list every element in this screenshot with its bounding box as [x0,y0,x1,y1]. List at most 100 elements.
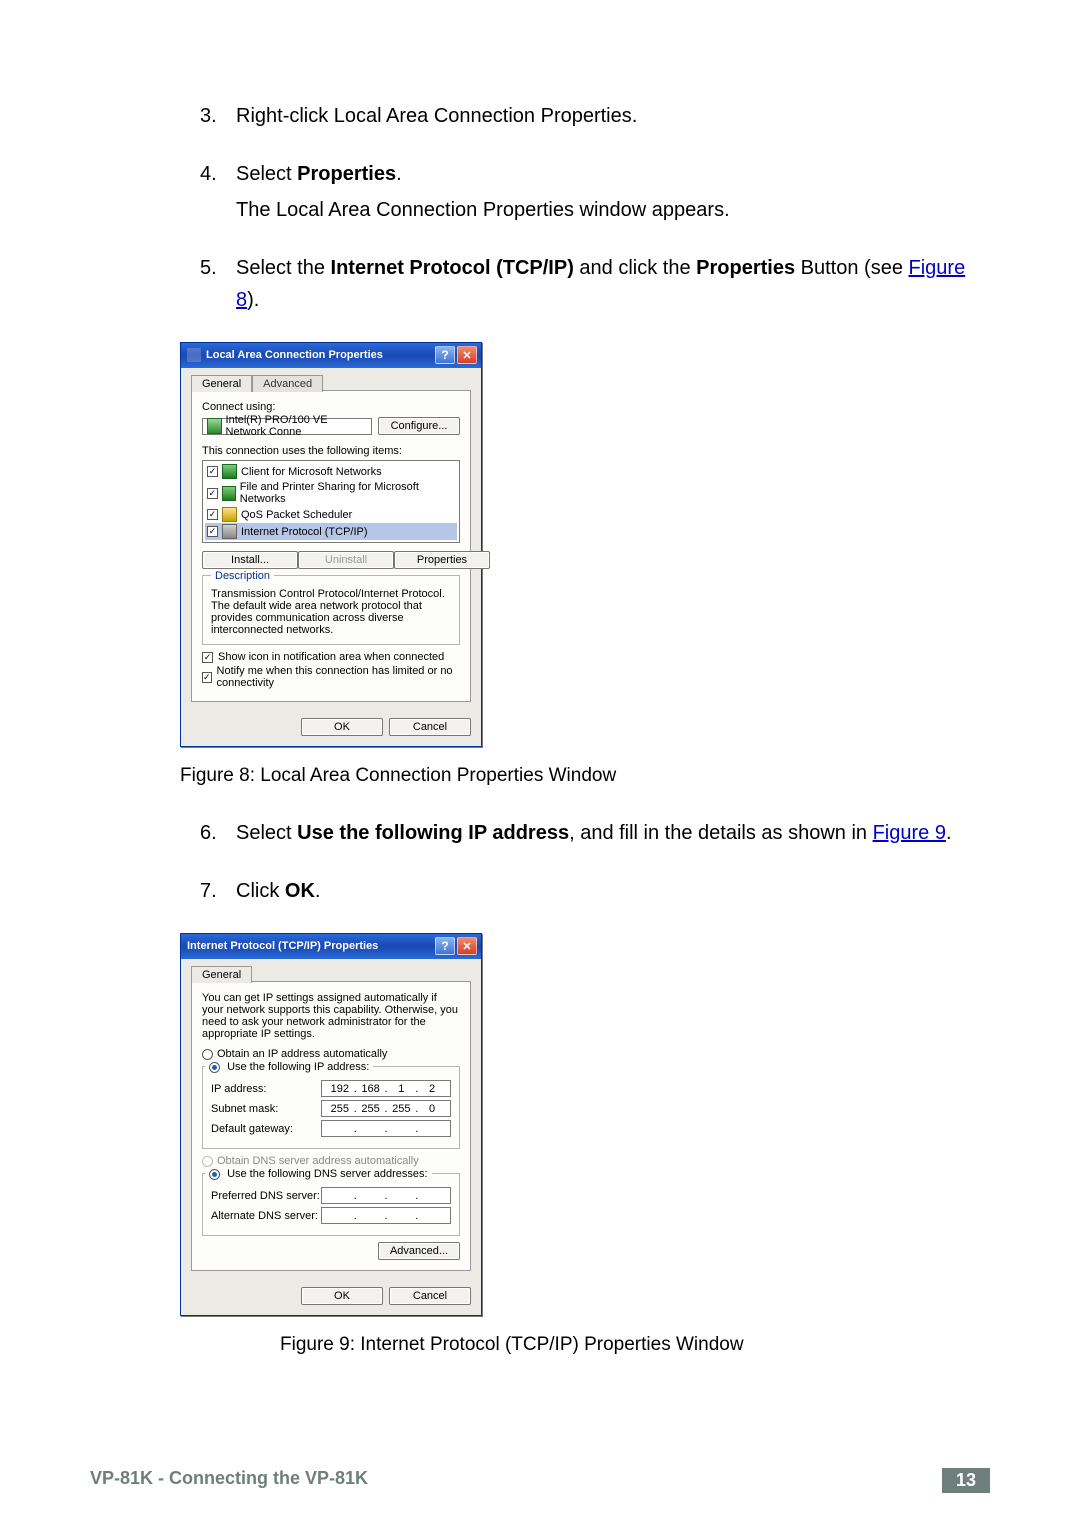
tcpip-icon [222,524,237,539]
tab-row: General Advanced [191,374,471,391]
titlebar[interactable]: Internet Protocol (TCP/IP) Properties ? … [181,934,481,959]
alternate-dns-label: Alternate DNS server: [211,1210,321,1222]
tab-pane: You can get IP settings assigned automat… [191,981,471,1271]
dialog-body: General Advanced Connect using: Intel(R)… [181,368,481,710]
radio-label[interactable]: Use the following IP address: [227,1061,369,1073]
properties-button[interactable]: Properties [394,551,490,569]
checkbox-icon[interactable]: ✓ [207,509,218,520]
window-title: Local Area Connection Properties [206,349,435,361]
step-7: 7. Click OK. [200,875,990,907]
ok-button[interactable]: OK [301,1287,383,1305]
static-ip-group: Use the following IP address: IP address… [202,1066,460,1149]
show-icon-label: Show icon in notification area when conn… [218,651,444,663]
subnet-mask-field[interactable]: 255. 255. 255. 0 [321,1100,451,1117]
nic-icon [207,418,222,434]
intro-text: You can get IP settings assigned automat… [202,992,460,1040]
ip-octet: 2 [422,1083,442,1095]
item-label: File and Printer Sharing for Microsoft N… [240,481,455,505]
advanced-button[interactable]: Advanced... [378,1242,460,1260]
checkbox-icon[interactable]: ✓ [202,672,212,683]
close-button[interactable]: ✕ [457,937,477,955]
figure-8-caption: Figure 8: Local Area Connection Properti… [180,765,990,787]
tab-advanced[interactable]: Advanced [252,375,323,392]
item-label: Internet Protocol (TCP/IP) [241,526,368,538]
radio-icon[interactable] [202,1049,213,1060]
text: Select [236,163,297,185]
list-item[interactable]: ✓ File and Printer Sharing for Microsoft… [205,480,457,506]
step-body: Select the Internet Protocol (TCP/IP) an… [236,252,990,316]
text: Click [236,880,285,902]
window-buttons: ? ✕ [435,937,477,955]
help-button[interactable]: ? [435,937,455,955]
ip-octet: 255 [330,1103,350,1115]
gateway-label: Default gateway: [211,1123,321,1135]
figure-9-link[interactable]: Figure 9 [873,822,946,844]
titlebar[interactable]: Local Area Connection Properties ? ✕ [181,343,481,368]
figure-8: Local Area Connection Properties ? ✕ Gen… [180,342,990,747]
text: . [315,880,321,902]
description-text: Transmission Control Protocol/Internet P… [211,588,451,636]
step-6: 6. Select Use the following IP address, … [200,817,990,849]
tcpip-properties-dialog: Internet Protocol (TCP/IP) Properties ? … [180,933,482,1316]
install-button[interactable]: Install... [202,551,298,569]
qos-icon [222,507,237,522]
cancel-button[interactable]: Cancel [389,718,471,736]
radio-icon[interactable] [209,1169,220,1180]
item-label: QoS Packet Scheduler [241,509,352,521]
instruction-list-2: 6. Select Use the following IP address, … [200,817,990,907]
radio-auto-dns: Obtain DNS server address automatically [202,1155,460,1167]
lac-properties-dialog: Local Area Connection Properties ? ✕ Gen… [180,342,482,747]
figure-9-caption: Figure 9: Internet Protocol (TCP/IP) Pro… [280,1334,990,1356]
alternate-dns-field[interactable]: . . . [321,1207,451,1224]
ip-address-field[interactable]: 192. 168. 1. 2 [321,1080,451,1097]
radio-label[interactable]: Use the following DNS server addresses: [227,1168,428,1180]
radio-label: Obtain DNS server address automatically [217,1155,419,1167]
footer-title: VP-81K - Connecting the VP-81K [90,1468,368,1493]
step-body: Select Properties. The Local Area Connec… [236,158,990,226]
ip-octet: 255 [391,1103,411,1115]
ip-octet: 192 [330,1083,350,1095]
window-buttons: ? ✕ [435,346,477,364]
bold-text: OK [285,880,315,902]
text: . [946,822,952,844]
checkbox-icon[interactable]: ✓ [202,652,213,663]
radio-icon[interactable] [209,1062,220,1073]
page-footer: VP-81K - Connecting the VP-81K 13 [90,1468,990,1493]
uses-label: This connection uses the following items… [202,445,460,457]
close-button[interactable]: ✕ [457,346,477,364]
list-item-selected[interactable]: ✓ Internet Protocol (TCP/IP) [205,523,457,540]
ip-octet: 255 [361,1103,381,1115]
ip-octet: 168 [361,1083,381,1095]
checkbox-icon[interactable]: ✓ [207,466,218,477]
tab-pane: Connect using: Intel(R) PRO/100 VE Netwo… [191,390,471,702]
figure-9: Internet Protocol (TCP/IP) Properties ? … [180,933,990,1316]
list-item[interactable]: ✓ QoS Packet Scheduler [205,506,457,523]
group-title: Use the following IP address: [205,1061,373,1073]
gateway-field[interactable]: . . . [321,1120,451,1137]
tab-general[interactable]: General [191,966,252,983]
group-title: Use the following DNS server addresses: [205,1168,432,1180]
list-item[interactable]: ✓ Client for Microsoft Networks [205,463,457,480]
radio-auto-ip[interactable]: Obtain an IP address automatically [202,1048,460,1060]
show-icon-row[interactable]: ✓ Show icon in notification area when co… [202,651,460,663]
tab-row: General [191,965,471,982]
step-number: 6. [200,817,236,849]
configure-button[interactable]: Configure... [378,417,460,435]
text: Button (see [795,257,908,279]
help-button[interactable]: ? [435,346,455,364]
share-icon [222,486,236,501]
nic-name: Intel(R) PRO/100 VE Network Conne [226,414,367,438]
step-4: 4. Select Properties. The Local Area Con… [200,158,990,226]
step-3: 3. Right-click Local Area Connection Pro… [200,100,990,132]
cancel-button[interactable]: Cancel [389,1287,471,1305]
bold-text: Internet Protocol (TCP/IP) [331,257,574,279]
preferred-dns-field[interactable]: . . . [321,1187,451,1204]
items-list[interactable]: ✓ Client for Microsoft Networks ✓ File a… [202,460,460,543]
notify-row[interactable]: ✓ Notify me when this connection has lim… [202,665,460,689]
ok-button[interactable]: OK [301,718,383,736]
step-subtext: The Local Area Connection Properties win… [236,194,990,226]
checkbox-icon[interactable]: ✓ [207,488,218,499]
step-5: 5. Select the Internet Protocol (TCP/IP)… [200,252,990,316]
tab-general[interactable]: General [191,375,252,392]
checkbox-icon[interactable]: ✓ [207,526,218,537]
